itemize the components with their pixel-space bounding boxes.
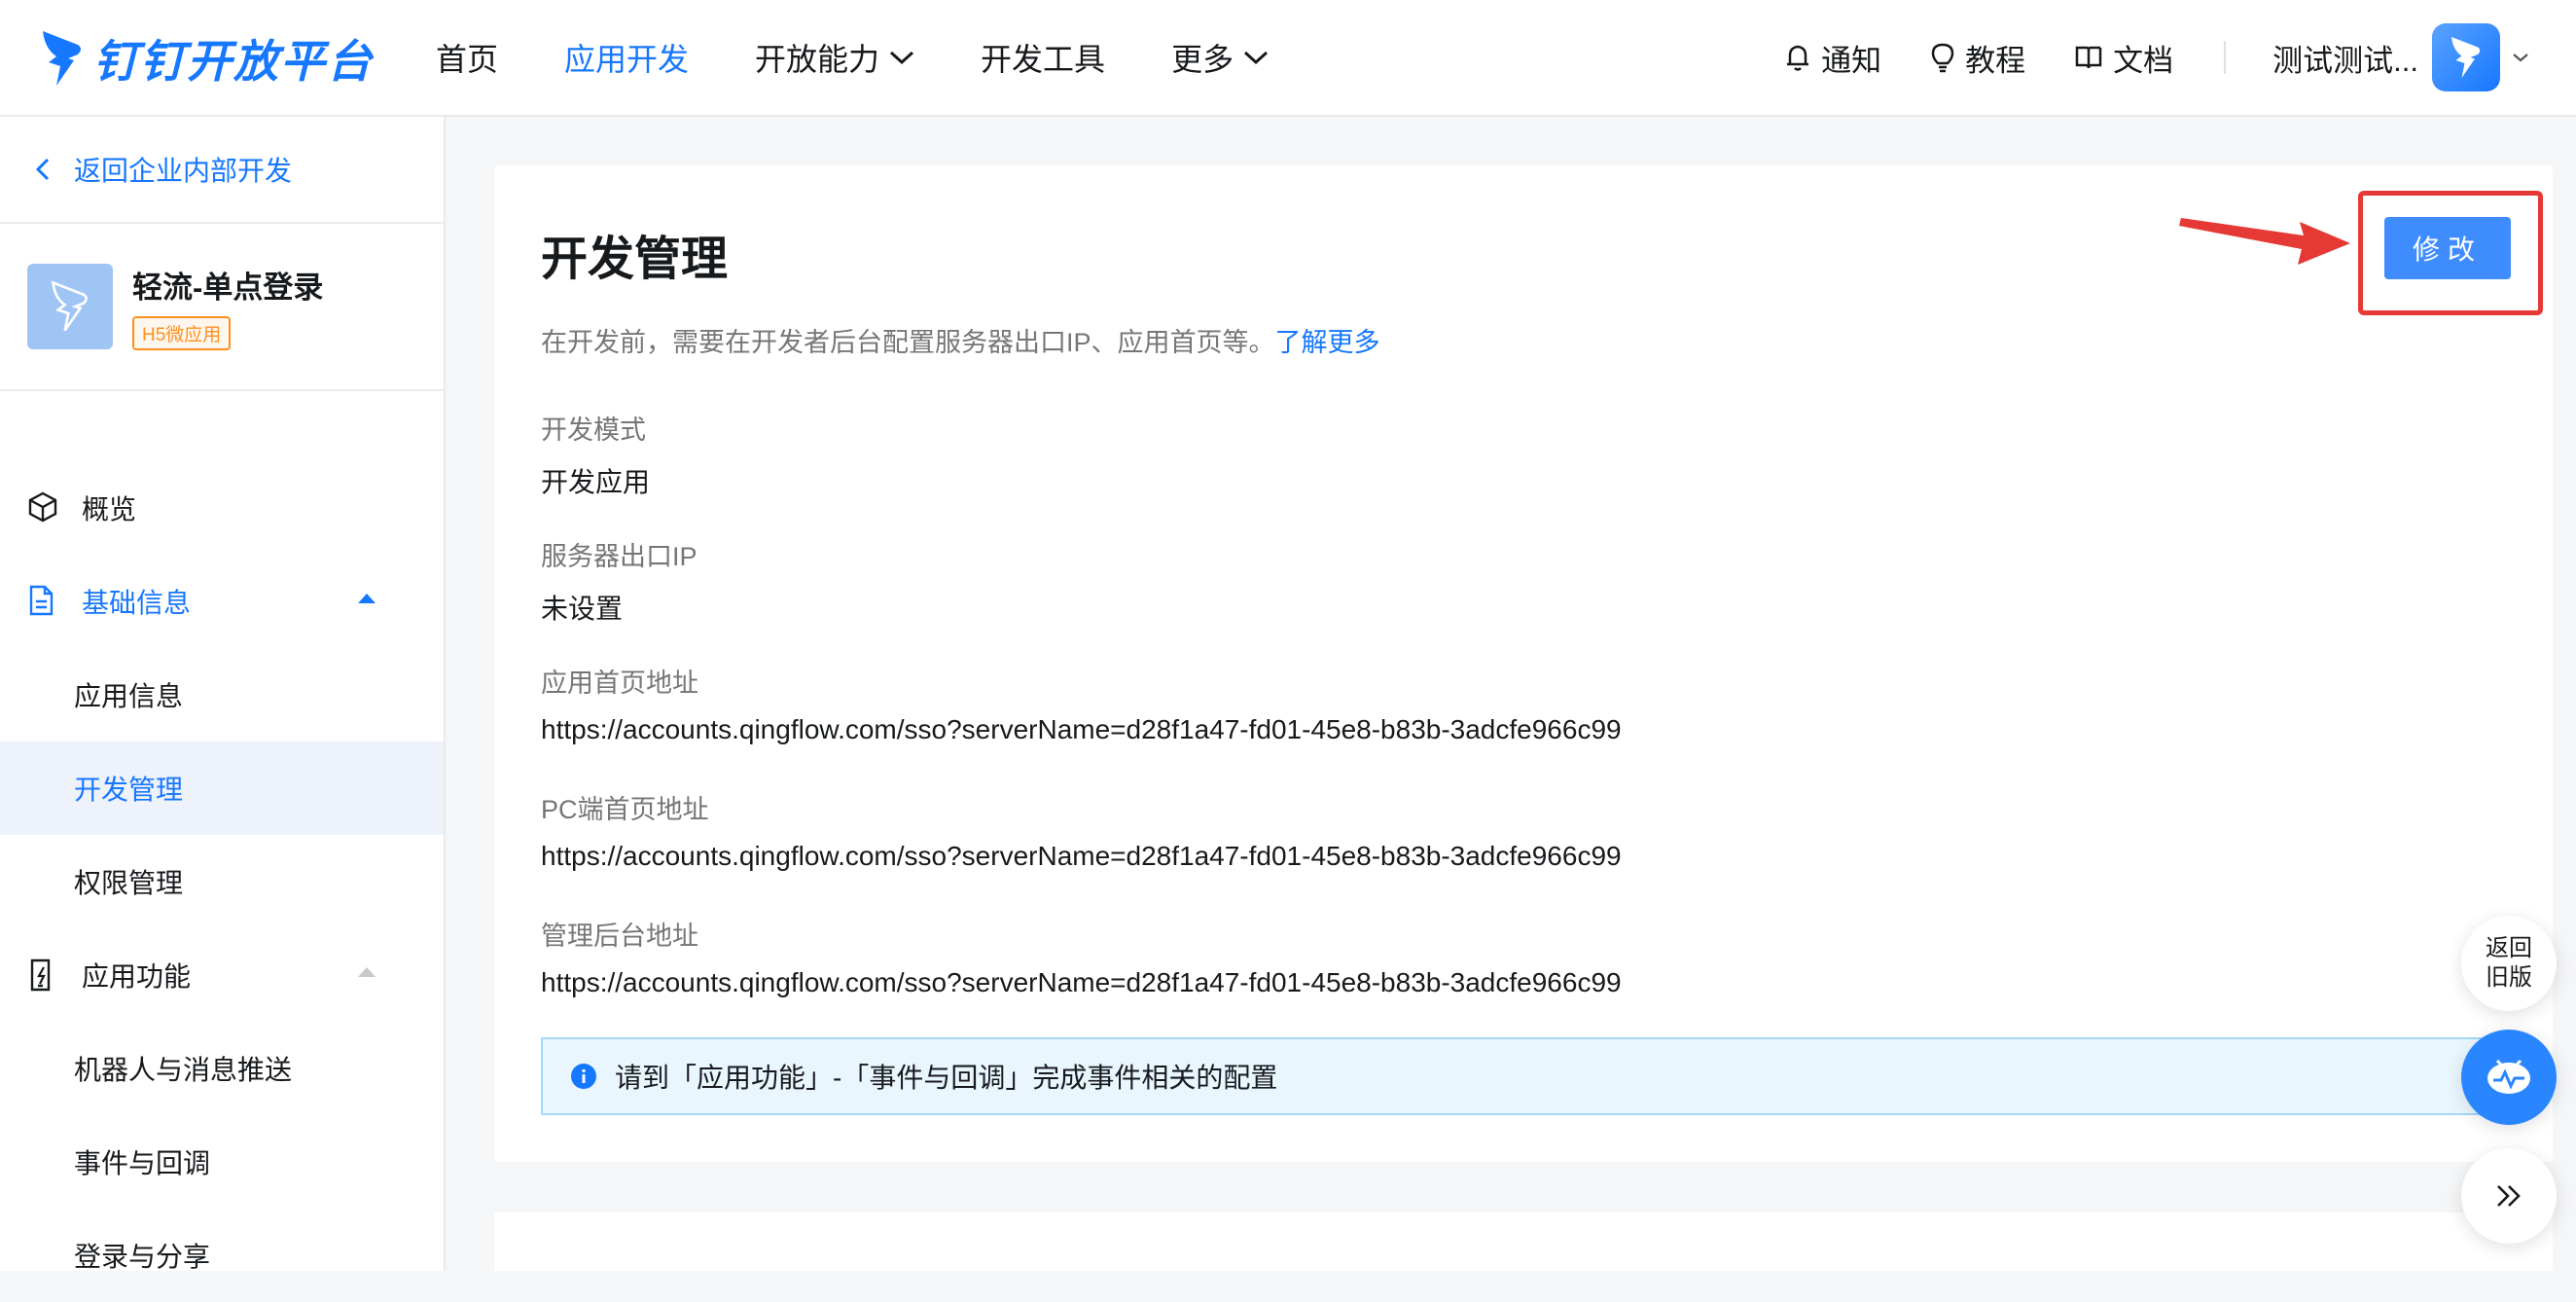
- tutorials-link[interactable]: 教程: [1930, 36, 2025, 80]
- document-icon: [29, 585, 54, 616]
- sidebar-item-dev-management[interactable]: 开发管理: [0, 741, 444, 835]
- expand-button[interactable]: [2461, 1148, 2557, 1244]
- page-title: 开发管理: [541, 234, 729, 285]
- caret-up-icon: [358, 594, 376, 603]
- sidebar-item-label: 登录与分享: [74, 1242, 211, 1272]
- dingtalk-avatar-icon: [2451, 37, 2481, 78]
- docs-label: 文档: [2113, 43, 2174, 78]
- sidebar-item-login-share[interactable]: 登录与分享: [0, 1209, 444, 1302]
- chevron-left-icon: [35, 158, 50, 181]
- nav-app-dev[interactable]: 应用开发: [564, 35, 689, 80]
- dev-management-card: 开发管理 在开发前，需要在开发者后台配置服务器出口IP、应用首页等。了解更多 修…: [494, 165, 2553, 1162]
- app-meta: 轻流-单点登录 H5微应用: [132, 263, 323, 350]
- nav-more[interactable]: 更多: [1171, 35, 1269, 80]
- chevron-down-icon[interactable]: [2512, 52, 2529, 63]
- double-chevron-right-icon: [2497, 1185, 2521, 1207]
- field-admin-url-label: 管理后台地址: [541, 922, 698, 951]
- back-link-label: 返回企业内部开发: [74, 156, 293, 186]
- field-dev-mode-label: 开发模式: [541, 416, 646, 445]
- dingtalk-logo-icon: [43, 31, 81, 86]
- edit-button[interactable]: 修改: [2384, 217, 2511, 279]
- notifications-label: 通知: [1821, 43, 1882, 78]
- avatar[interactable]: [2432, 23, 2500, 91]
- sidebar-item-label: 权限管理: [74, 868, 184, 898]
- main-nav: 首页 应用开发 开放能力 开发工具 更多: [436, 0, 1335, 115]
- sidebar-item-robot-messages[interactable]: 机器人与消息推送: [0, 1022, 444, 1115]
- app-summary-card: 轻流-单点登录 H5微应用: [0, 224, 444, 391]
- lower-card: [494, 1212, 2553, 1271]
- field-pc-homepage-url-value: https://accounts.qingflow.com/sso?server…: [541, 841, 1622, 871]
- sidebar-item-app-info[interactable]: 应用信息: [0, 648, 444, 741]
- nav-dev-tools-label: 开发工具: [981, 42, 1106, 77]
- sidebar-item-label: 事件与回调: [74, 1148, 211, 1178]
- nav-home-label: 首页: [436, 42, 499, 77]
- back-to-old-version-button[interactable]: 返回 旧版: [2461, 916, 2557, 1011]
- nav-open-capabilities-label: 开放能力: [755, 42, 880, 77]
- logo-text: 钉钉开放平台: [93, 36, 374, 87]
- app-name: 轻流-单点登录: [132, 271, 324, 305]
- user-name[interactable]: 测试测试...: [2272, 36, 2418, 80]
- sidebar-item-label: 应用信息: [74, 681, 184, 711]
- field-homepage-url-label: 应用首页地址: [541, 669, 698, 698]
- field-homepage-url-value: https://accounts.qingflow.com/sso?server…: [541, 714, 1622, 744]
- sidebar-item-events-callbacks[interactable]: 事件与回调: [0, 1115, 444, 1209]
- app-type-badge: H5微应用: [132, 316, 232, 350]
- sidebar-item-overview[interactable]: 概览: [0, 461, 444, 555]
- nav-more-label: 更多: [1171, 42, 1234, 77]
- header-actions: 通知 教程 文档 测试测试...: [1735, 0, 2529, 115]
- dingtalk-app-icon: [51, 280, 88, 332]
- info-alert: 请到「应用功能」-「事件与回调」完成事件相关的配置: [541, 1037, 2525, 1115]
- field-pc-homepage-url-label: PC端首页地址: [541, 795, 709, 824]
- sidebar-group-app-features[interactable]: 应用功能: [0, 928, 444, 1022]
- phone-bolt-icon: [30, 958, 51, 992]
- old-version-line1: 返回: [2486, 935, 2532, 961]
- assistant-bot-icon: [2487, 1059, 2530, 1094]
- dingtalk-logo[interactable]: 钉钉开放平台: [39, 18, 374, 99]
- learn-more-link[interactable]: 了解更多: [1275, 328, 1380, 357]
- sidebar-item-label: 应用功能: [82, 961, 192, 992]
- back-to-internal-dev-link[interactable]: 返回企业内部开发: [0, 117, 444, 224]
- info-icon: [571, 1064, 596, 1089]
- nav-dev-tools[interactable]: 开发工具: [981, 35, 1105, 80]
- cube-icon: [28, 491, 57, 523]
- book-icon: [2075, 46, 2102, 69]
- chevron-down-icon: [1244, 51, 1269, 65]
- lightbulb-icon: [1931, 43, 1954, 73]
- assistant-button[interactable]: [2461, 1030, 2557, 1125]
- nav-home[interactable]: 首页: [436, 35, 498, 80]
- nav-open-capabilities[interactable]: 开放能力: [755, 35, 914, 80]
- sidebar-item-label: 机器人与消息推送: [74, 1055, 293, 1085]
- tutorials-label: 教程: [1965, 43, 2026, 78]
- sidebar-item-label: 基础信息: [82, 588, 192, 618]
- header-divider: [2224, 41, 2227, 74]
- sidebar-item-permissions[interactable]: 权限管理: [0, 835, 444, 928]
- sidebar-item-label: 概览: [82, 494, 137, 524]
- nav-app-dev-label: 应用开发: [564, 42, 690, 77]
- bell-icon: [1787, 45, 1809, 71]
- field-server-ip-label: 服务器出口IP: [541, 542, 698, 571]
- docs-link[interactable]: 文档: [2074, 36, 2173, 80]
- field-admin-url-value: https://accounts.qingflow.com/sso?server…: [541, 967, 1622, 997]
- field-server-ip-value: 未设置: [541, 594, 624, 624]
- sidebar: 返回企业内部开发 轻流-单点登录 H5微应用 概览 基础信息 应用信息 开发管理…: [0, 117, 446, 1272]
- page-description: 在开发前，需要在开发者后台配置服务器出口IP、应用首页等。了解更多: [541, 321, 1380, 359]
- red-arrow-annotation: [2179, 218, 2350, 265]
- old-version-line2: 旧版: [2486, 964, 2532, 991]
- top-navigation-bar: 钉钉开放平台 首页 应用开发 开放能力 开发工具 更多 通知 教程 文档 测试测…: [0, 0, 2576, 117]
- info-alert-text: 请到「应用功能」-「事件与回调」完成事件相关的配置: [615, 1063, 1278, 1093]
- app-icon: [27, 264, 113, 349]
- notifications-link[interactable]: 通知: [1784, 36, 1881, 80]
- sidebar-item-label: 开发管理: [74, 775, 184, 805]
- sidebar-group-basic-info[interactable]: 基础信息: [0, 555, 444, 648]
- chevron-down-icon: [890, 51, 914, 65]
- description-text: 在开发前，需要在开发者后台配置服务器出口IP、应用首页等。: [541, 328, 1275, 357]
- caret-up-icon: [358, 967, 376, 977]
- field-dev-mode-value: 开发应用: [541, 467, 651, 497]
